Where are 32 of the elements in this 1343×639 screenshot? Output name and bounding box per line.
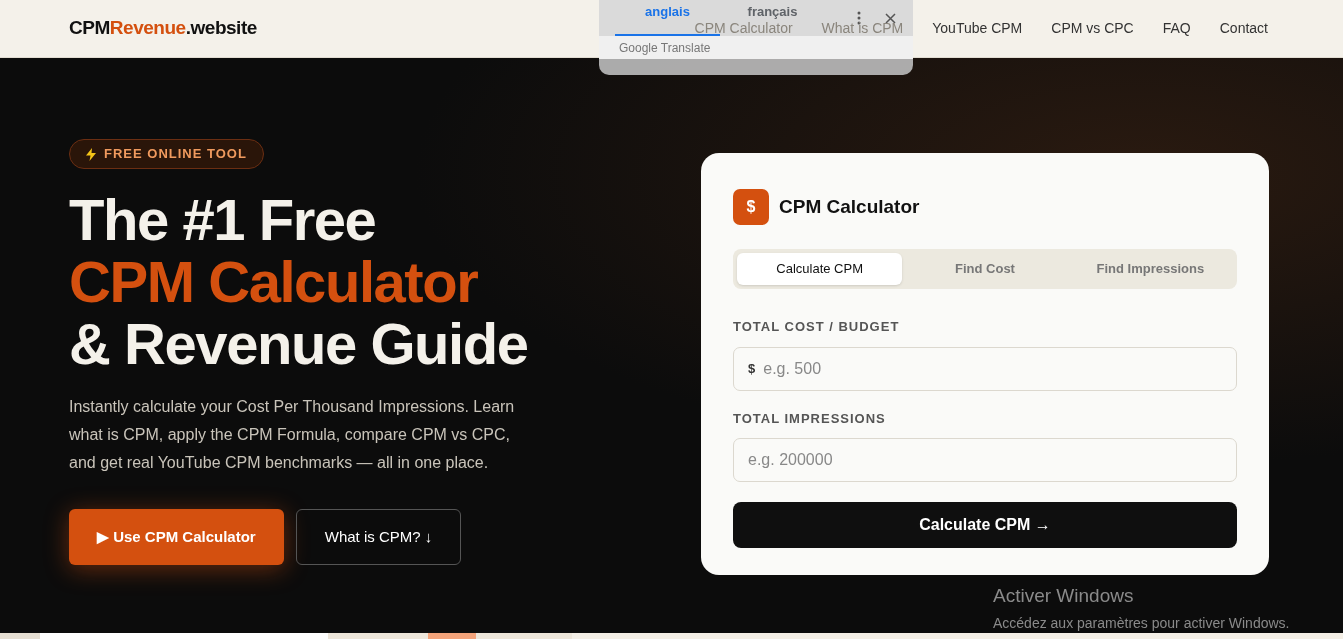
nav-link[interactable]: CPM vs CPC	[1051, 18, 1134, 39]
input-field[interactable]: $ e.g. 500	[733, 346, 1237, 391]
nav-link[interactable]: Contact	[1219, 18, 1268, 39]
activation-notice-title: Activer Windows	[993, 584, 1135, 608]
calculator-tab[interactable]: Find Cost	[902, 253, 1068, 285]
text-input[interactable]: e.g. 500	[763, 356, 1222, 381]
nav-link[interactable]: YouTube CPM	[932, 18, 1023, 39]
more-options-icon[interactable]	[857, 11, 861, 25]
text-input[interactable]: e.g. 200000	[748, 448, 1222, 472]
input-field[interactable]: e.g. 200000	[733, 438, 1237, 482]
learn-more-button[interactable]: What is CPM? ↓	[295, 509, 462, 565]
calculator-link-button[interactable]: ▶ Use CPM Calculator	[69, 509, 284, 565]
translate-attribution: Google Translate	[619, 39, 711, 57]
activation-notice-text: Accédez aux paramètres pour activer Windows.	[993, 613, 1290, 633]
calculator-tab[interactable]: Find Impressions	[1067, 253, 1233, 285]
hero-description: Instantly calculate your Cost Per Thousand Impressions. Learn what is CPM, apply the CPM Formula, compare CPM vs CPC, and get real YouTube CPM benchmarks — all in one place.	[69, 397, 516, 473]
calculator-title: CPM Calculator	[779, 194, 920, 219]
hero-heading-line: & Revenue Guide	[69, 313, 528, 375]
lightning-icon	[86, 147, 96, 161]
dollar-icon: $	[733, 189, 769, 225]
calculator-tab[interactable]: Calculate CPM	[737, 253, 903, 285]
hero-heading-line: CPM Calculator	[69, 251, 478, 313]
tool-badge: FREE ONLINE TOOL	[69, 139, 264, 169]
field-label: TOTAL IMPRESSIONS	[733, 409, 887, 428]
nav-link[interactable]: FAQ	[1162, 18, 1191, 39]
site-logo[interactable]: CPMRevenue.website	[69, 14, 257, 43]
calculate-button[interactable]: Calculate CPM →	[733, 502, 1237, 548]
currency-prefix: $	[748, 359, 756, 378]
language-tab[interactable]: français	[720, 4, 825, 20]
field-label: TOTAL COST / BUDGET	[733, 318, 901, 336]
close-icon[interactable]	[885, 12, 896, 24]
hero-heading-line: The #1 Free	[69, 189, 376, 251]
